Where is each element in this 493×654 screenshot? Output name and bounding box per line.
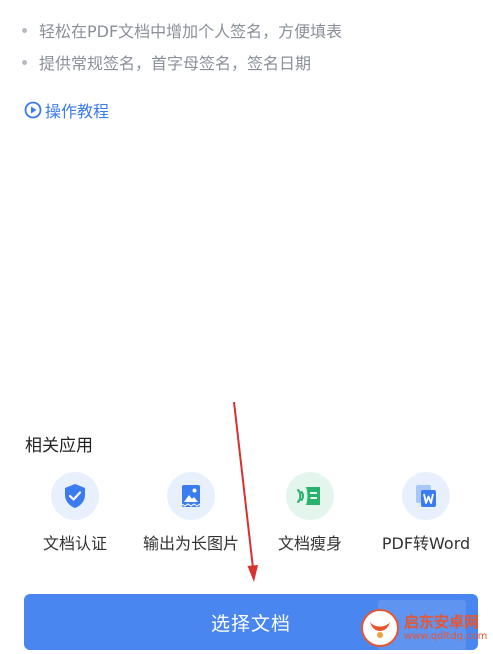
watermark-title: 启东安卓网: [404, 613, 480, 632]
app-icon-bg: [51, 472, 99, 520]
app-icon-bg: [167, 472, 215, 520]
shield-check-icon: [65, 484, 85, 508]
app-label: 文档认证: [42, 534, 107, 553]
app-icon-bg: [286, 472, 334, 520]
app-export-long-image[interactable]: 输出为长图片: [131, 472, 251, 554]
app-icon-bg: [402, 472, 450, 520]
play-circle-icon: [24, 101, 42, 119]
watermark: 启东安卓网 www.qdltdq.com: [360, 604, 490, 652]
app-document-certify[interactable]: 文档认证: [15, 472, 135, 554]
pdf-to-word-icon: [416, 485, 436, 507]
feature-item-1: 提供常规签名，首字母签名，签名日期: [22, 50, 311, 74]
app-document-slim[interactable]: 文档瘦身: [250, 472, 370, 554]
bullet-dot: [22, 27, 27, 33]
tutorial-link[interactable]: 操作教程: [24, 98, 109, 122]
app-pdf-to-word[interactable]: PDF转Word: [366, 472, 486, 554]
watermark-logo-icon: [361, 609, 399, 647]
related-apps-title: 相关应用: [25, 436, 93, 456]
watermark-url: www.qdltdq.com: [404, 630, 488, 642]
feature-item-0: 轻松在PDF文档中增加个人签名，方便填表: [22, 18, 342, 42]
app-label: 文档瘦身: [277, 534, 342, 553]
long-image-icon: [181, 485, 201, 507]
feature-text: 轻松在PDF文档中增加个人签名，方便填表: [39, 22, 343, 41]
app-label: PDF转Word: [381, 534, 471, 553]
compress-icon: [297, 487, 320, 505]
tutorial-label: 操作教程: [45, 102, 110, 121]
app-label: 输出为长图片: [142, 534, 239, 553]
watermark-text: 启东安卓网 www.qdltdq.com: [404, 614, 487, 642]
select-document-label: 选择文档: [210, 612, 291, 635]
feature-text: 提供常规签名，首字母签名，签名日期: [39, 54, 312, 73]
bullet-dot: [22, 59, 27, 65]
